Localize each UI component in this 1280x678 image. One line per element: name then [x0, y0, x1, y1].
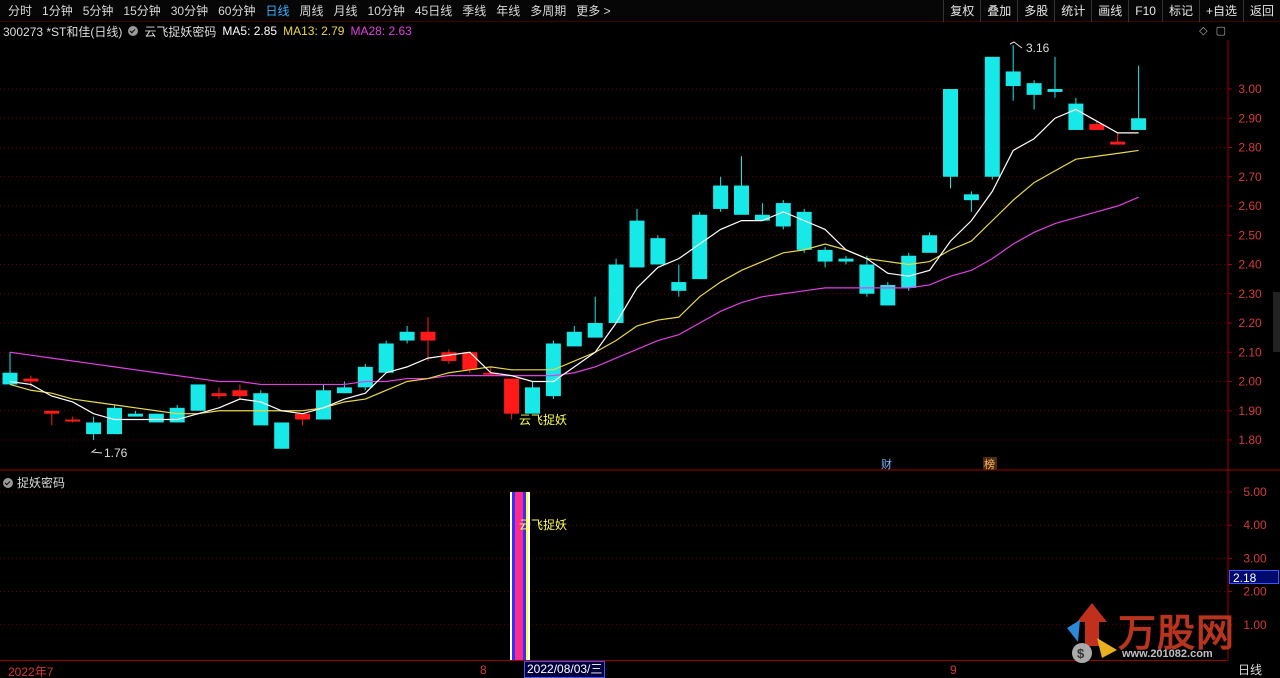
candle-body [190, 384, 206, 411]
price-tick-label: 1.80 [1238, 433, 1262, 447]
price-tick-label: 2.50 [1238, 228, 1262, 242]
current-value-badge: 2.18 [1229, 570, 1279, 585]
candle-body [1110, 141, 1126, 145]
price-tick-label: 2.20 [1238, 316, 1262, 330]
candle-body [796, 211, 812, 250]
badge-rank: 榜 [984, 457, 995, 471]
candle-body [1005, 71, 1021, 87]
price-tick-label: 2.10 [1238, 345, 1262, 359]
candle-body [23, 378, 39, 382]
date-aug: 8 [480, 663, 487, 677]
candle-body [1026, 83, 1042, 95]
candle-body [859, 264, 875, 294]
candle-body [943, 89, 958, 177]
price-tick-label: 2.90 [1238, 111, 1262, 125]
indicator-tick-label: 4.00 [1243, 518, 1267, 532]
badge-finance: 财 [881, 457, 892, 471]
price-tick-label: 2.00 [1238, 375, 1262, 389]
candle-body [713, 185, 729, 209]
candle-body [420, 331, 436, 341]
signal-bar-stripe [510, 492, 512, 660]
date-sep: 9 [950, 663, 957, 677]
price-tick-label: 2.70 [1238, 170, 1262, 184]
ma28-line [9, 196, 1139, 386]
candle-body [127, 413, 143, 417]
candle-body [378, 343, 394, 373]
indicator-tick-label: 5.00 [1243, 485, 1267, 499]
candle-body [734, 185, 749, 215]
date-selected: 2022/08/03/三 [524, 661, 606, 678]
date-jul: 2022年7 [8, 665, 54, 678]
price-tick-label: 1.90 [1238, 404, 1262, 418]
indicator-panel-icon[interactable] [3, 477, 13, 488]
candle-body [922, 235, 938, 253]
candle-body [274, 422, 290, 449]
candle-body [587, 323, 603, 338]
stock-chart-window: 分时 1分钟 5分钟 15分钟 30分钟 60分钟 日线 周线 月线 10分钟 45日线 季线 年线 多周… [0, 0, 1280, 678]
svg-text:$: $ [1077, 646, 1085, 661]
candle-body [1047, 89, 1063, 92]
candle-body [107, 407, 122, 435]
candle-body [169, 407, 185, 423]
candle-body [901, 255, 917, 288]
indicator-panel-title[interactable]: 捉妖密码 [17, 474, 65, 491]
candle-body [692, 214, 708, 280]
price-tick-label: 2.30 [1238, 287, 1262, 301]
ma13-line [9, 149, 1139, 415]
candle-body [1131, 118, 1147, 130]
candle-body [399, 331, 415, 341]
candle-body [253, 393, 269, 426]
watermark-logo: $ 万股网 www.201082.com [1062, 598, 1252, 668]
candle-body [336, 387, 352, 394]
signal-bar-stripe [512, 492, 515, 660]
high-price-label: 3.16 [1026, 41, 1050, 55]
candle-body [629, 220, 645, 268]
logo-arrow-icon: $ [1067, 603, 1117, 663]
candle-body [462, 352, 478, 370]
watermark-url: www.201082.com [1122, 648, 1213, 660]
indicator-signal-label: 云飞捉妖 [519, 517, 567, 532]
price-tick-label: 2.60 [1238, 199, 1262, 213]
candle-body [44, 410, 60, 414]
candle-body [525, 387, 540, 414]
candle-body [211, 393, 227, 397]
candle-body [775, 203, 791, 227]
candle-body [441, 352, 457, 362]
date-axis: 2022年7 8 2022/08/03/三 9 [0, 660, 1228, 678]
price-tick-label: 2.40 [1238, 258, 1262, 272]
high-arrow [1009, 41, 1023, 49]
indicator-tick-label: 2.00 [1243, 585, 1267, 599]
candle-body [65, 419, 81, 422]
candle-body [650, 238, 666, 265]
indicator-tick-label: 3.00 [1243, 551, 1267, 565]
candle-body [963, 194, 979, 201]
candle-body [838, 258, 854, 262]
right-scroll-handle[interactable] [1273, 292, 1280, 352]
low-arrow [90, 448, 103, 454]
indicator-panel-header: 捉妖密码 [3, 474, 65, 491]
price-tick-label: 2.80 [1238, 141, 1262, 155]
candle-body [817, 249, 833, 262]
candle-body [1089, 124, 1105, 130]
candle-body [295, 413, 311, 420]
candle-body [984, 56, 1000, 177]
candle-body [504, 378, 520, 414]
candle-body [148, 413, 164, 423]
candle-body [671, 282, 687, 291]
signal-label: 云飞捉妖 [519, 412, 567, 427]
candle-body [86, 422, 102, 435]
chart-canvas[interactable]: 3.00 2.90 2.80 2.70 2.60 2.50 2.40 2.30 2.20 2.10… [0, 0, 1280, 678]
candle-body [316, 390, 331, 420]
candle-body [357, 366, 373, 388]
price-tick-label: 3.00 [1238, 82, 1262, 96]
candle-body [232, 390, 248, 397]
candle-body [1068, 103, 1084, 130]
candle-body [754, 214, 770, 221]
low-price-label: 1.76 [104, 446, 128, 460]
candle-body [566, 331, 582, 347]
